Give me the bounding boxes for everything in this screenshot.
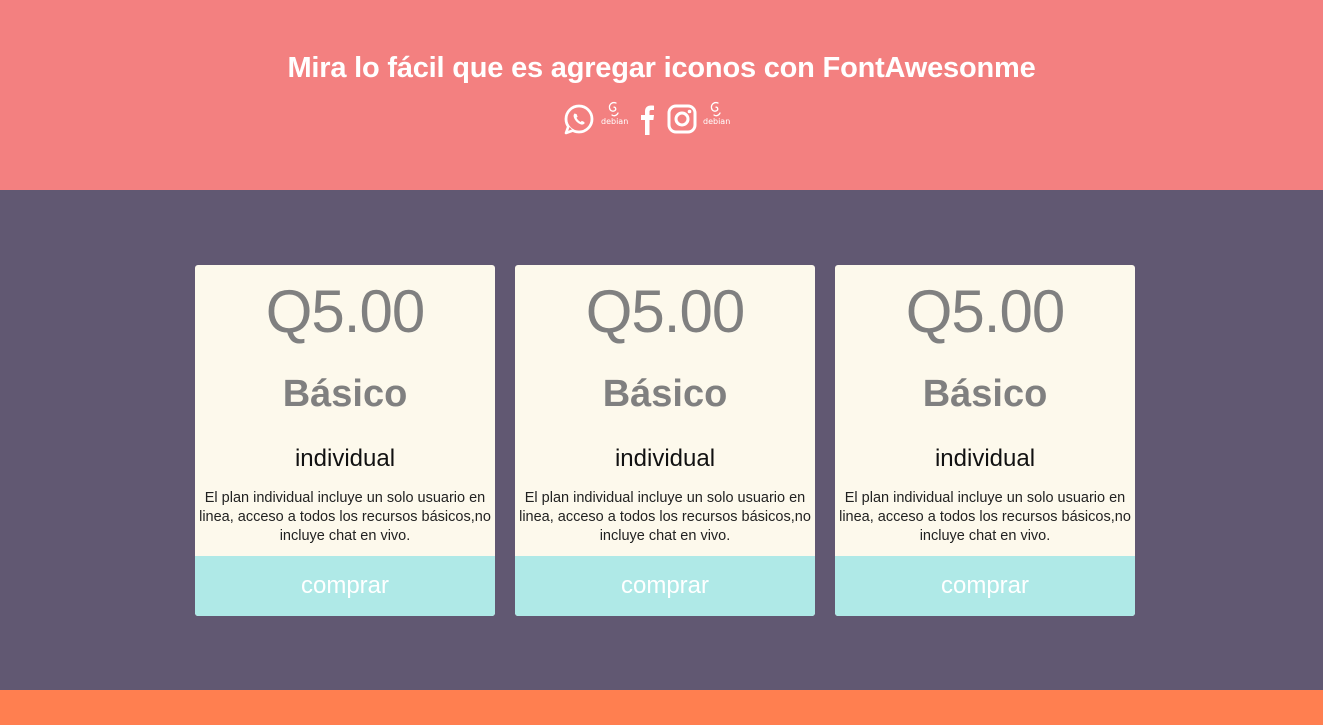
plan-name: Básico — [282, 373, 408, 415]
debian-label: debian — [601, 117, 629, 126]
plan-type: individual — [934, 445, 1036, 472]
plan-description: El plan individual incluye un solo usuar… — [519, 490, 811, 544]
plan-name: Básico — [602, 373, 728, 415]
pricing-card: Q5.00 Básico individual El plan individu… — [515, 265, 815, 616]
plan-description: El plan individual incluye un solo usuar… — [199, 490, 491, 544]
debian-icon[interactable]: debian — [601, 100, 629, 132]
facebook-icon[interactable] — [638, 103, 658, 135]
footer-bar — [0, 690, 1323, 725]
plan-name: Básico — [922, 373, 1048, 415]
debian-label: debian — [703, 117, 731, 126]
plan-type: individual — [614, 445, 716, 472]
plan-price: Q5.00 — [265, 278, 425, 345]
buy-button[interactable]: comprar — [515, 556, 815, 616]
plan-type: individual — [294, 445, 396, 472]
header-banner: Mira lo fácil que es agregar iconos con … — [0, 0, 1323, 190]
debian-icon[interactable]: debian — [703, 100, 731, 132]
instagram-icon[interactable] — [667, 104, 697, 134]
plan-price: Q5.00 — [585, 278, 745, 345]
whatsapp-icon[interactable] — [563, 103, 595, 135]
buy-button[interactable]: comprar — [195, 556, 495, 616]
social-icons: debian debian — [563, 100, 733, 140]
buy-button[interactable]: comprar — [835, 556, 1135, 616]
plan-description: El plan individual incluye un solo usuar… — [839, 490, 1131, 544]
page-title: Mira lo fácil que es agregar iconos con … — [287, 52, 1036, 84]
plan-price: Q5.00 — [905, 278, 1065, 345]
pricing-card: Q5.00 Básico individual El plan individu… — [195, 265, 495, 616]
pricing-card: Q5.00 Básico individual El plan individu… — [835, 265, 1135, 616]
